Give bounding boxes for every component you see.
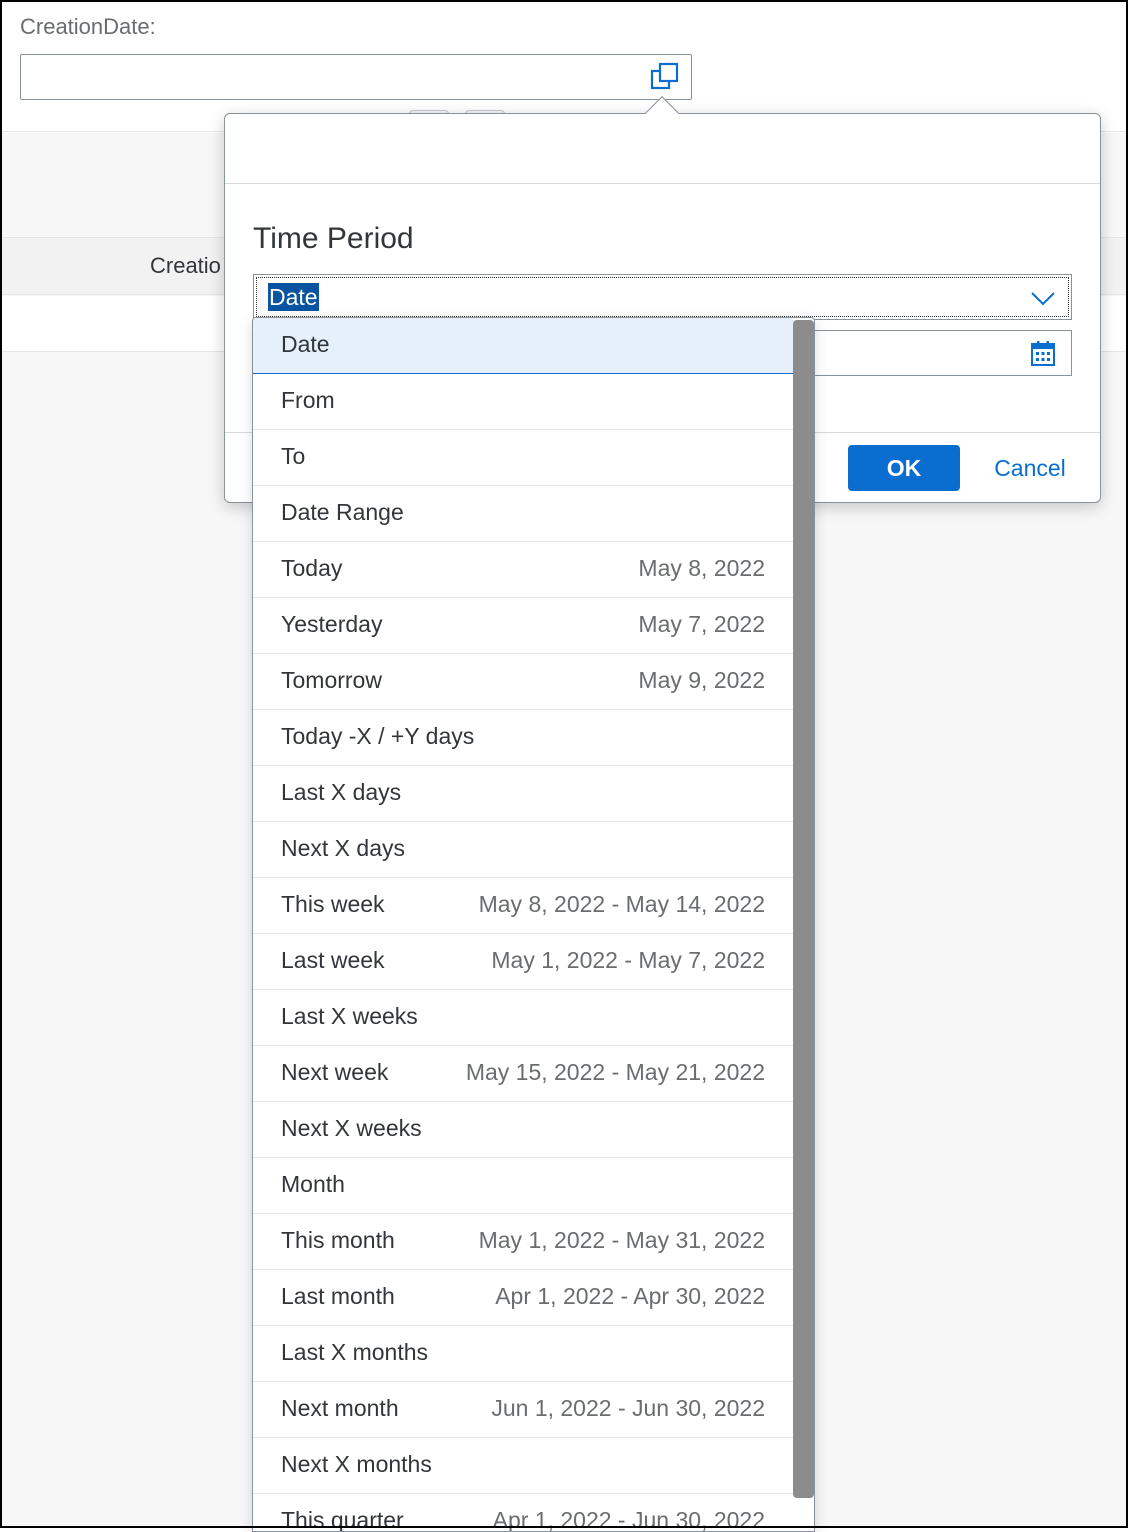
chevron-down-icon[interactable] [1029,285,1057,311]
list-item-label: Tomorrow [281,667,382,693]
list-item-label: Today -X / +Y days [281,723,475,749]
list-item[interactable]: Tomorrow May 9, 2022 [253,654,793,710]
section-title: Time Period [253,222,414,255]
select-value: Date [268,283,319,311]
list-item-label: Last month [281,1283,395,1309]
list-item-label: Next week [281,1059,389,1085]
list-item-label: Next X months [281,1451,432,1477]
list-item-date-range: Apr 1, 2022 - Jun 30, 2022 [492,1507,765,1532]
list-item-label: This quarter [281,1507,404,1532]
list-item-date-range: May 1, 2022 - May 31, 2022 [478,1227,765,1253]
list-item[interactable]: Last X days [253,766,793,822]
list-item[interactable]: To [253,430,793,486]
list-item-label: Last X days [281,779,402,805]
list-item-label: Last week [281,947,385,973]
list-item[interactable]: Month [253,1158,793,1214]
list-item-date-range: May 8, 2022 - May 14, 2022 [478,891,765,917]
list-item-label: This month [281,1227,395,1253]
list-item[interactable]: Next week May 15, 2022 - May 21, 2022 [253,1046,793,1102]
value-help-icon[interactable] [650,62,682,92]
list-item[interactable]: Last X weeks [253,990,793,1046]
list-item-label: Next month [281,1395,399,1421]
list-item-date-range: May 15, 2022 - May 21, 2022 [465,1059,765,1085]
cancel-button[interactable]: Cancel [982,445,1078,491]
list-item-label: Next X weeks [281,1115,422,1141]
dropdown-items: Date From To Date Range Today May 8, 2022 Yest… [253,318,793,1532]
scrollbar-thumb[interactable] [793,320,814,1498]
list-item-date-range: May 1, 2022 - May 7, 2022 [491,947,765,973]
scrollbar[interactable] [793,318,814,1531]
list-item-label: Last X months [281,1339,429,1365]
list-item[interactable]: Date [253,318,793,374]
list-item[interactable]: Yesterday May 7, 2022 [253,598,793,654]
list-item[interactable]: This quarter Apr 1, 2022 - Jun 30, 2022 [253,1494,793,1532]
list-item[interactable]: Next X days [253,822,793,878]
creation-date-label: CreationDate: [20,14,156,39]
list-item-date-range: May 8, 2022 [638,555,765,581]
list-item[interactable]: Last week May 1, 2022 - May 7, 2022 [253,934,793,990]
list-item[interactable]: Next month Jun 1, 2022 - Jun 30, 2022 [253,1382,793,1438]
list-item-label: Next X days [281,835,405,861]
list-item[interactable]: Last X months [253,1326,793,1382]
list-item[interactable]: This week May 8, 2022 - May 14, 2022 [253,878,793,934]
list-item-label: Last X weeks [281,1003,418,1029]
list-item-date-range: May 7, 2022 [638,611,765,637]
ok-button[interactable]: OK [848,445,960,491]
list-item[interactable]: From [253,374,793,430]
time-period-select[interactable]: Date [253,274,1072,320]
list-item-label: To [281,443,306,469]
list-item[interactable]: Date Range [253,486,793,542]
list-item[interactable]: Today -X / +Y days [253,710,793,766]
list-item-label: Month [281,1171,345,1197]
list-item-label: Today [281,555,343,581]
list-item[interactable]: Today May 8, 2022 [253,542,793,598]
list-item-date-range: Jun 1, 2022 - Jun 30, 2022 [491,1395,765,1421]
list-item[interactable]: This month May 1, 2022 - May 31, 2022 [253,1214,793,1270]
column-header-creation-date[interactable]: Creatio [150,253,221,279]
list-item-label: This week [281,891,385,917]
list-item[interactable]: Next X weeks [253,1102,793,1158]
calendar-icon[interactable] [1029,339,1057,367]
list-item-label: Date [281,331,330,357]
date-input[interactable] [813,330,1072,376]
list-item-label: Yesterday [281,611,383,637]
list-item[interactable]: Next X months [253,1438,793,1494]
list-item[interactable]: Last month Apr 1, 2022 - Apr 30, 2022 [253,1270,793,1326]
list-item-label: From [281,387,335,413]
list-item-label: Date Range [281,499,404,525]
list-item-date-range: Apr 1, 2022 - Apr 30, 2022 [495,1283,765,1309]
list-item-date-range: May 9, 2022 [638,667,765,693]
creation-date-input[interactable] [20,54,692,100]
time-period-dropdown-list: Date From To Date Range Today May 8, 2022 Yest… [252,317,815,1532]
